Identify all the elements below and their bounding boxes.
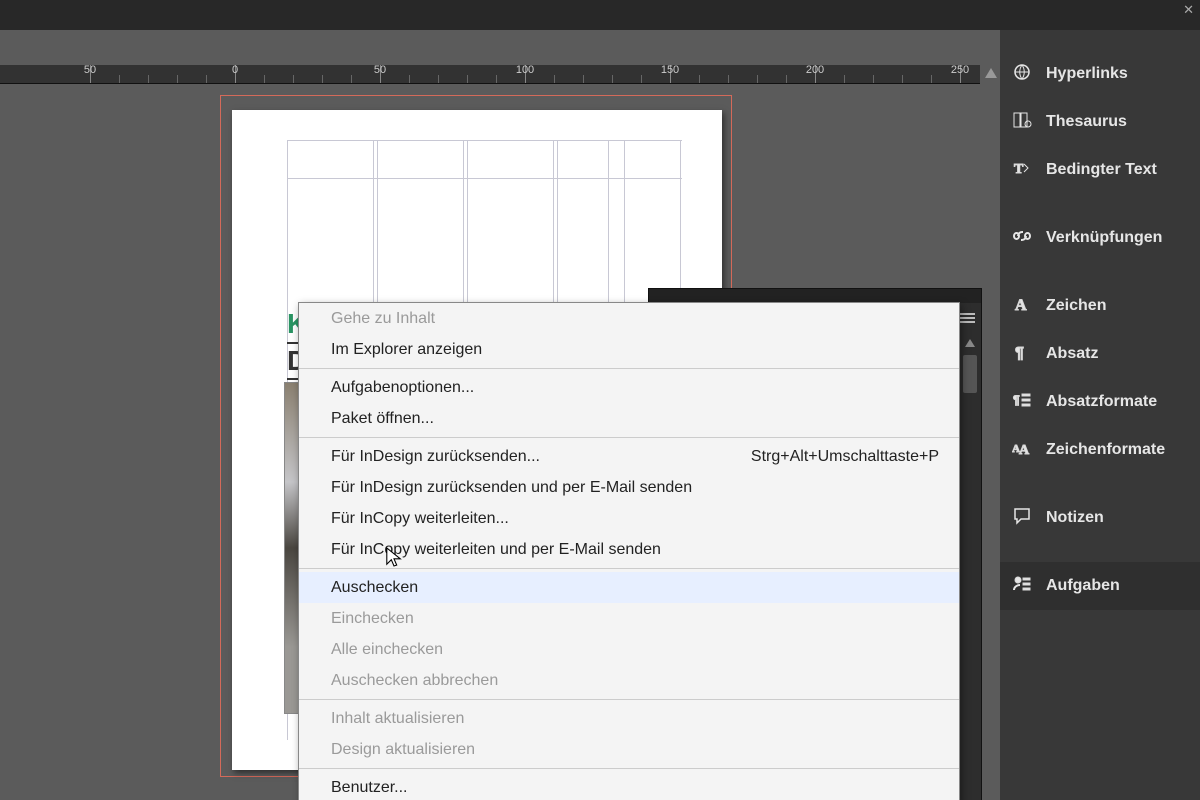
char-icon: A — [1012, 294, 1032, 319]
menu-item-label: Auschecken abbrechen — [331, 670, 498, 691]
app-menubar: ✕ — [0, 0, 1200, 30]
menu-item-label: Design aktualisieren — [331, 739, 475, 760]
thesaurus-icon — [1012, 110, 1032, 135]
panel-tab-notes[interactable]: Notizen — [1000, 494, 1200, 542]
panel-tab-label: Thesaurus — [1046, 113, 1127, 131]
svg-text:¶: ¶ — [1015, 345, 1024, 362]
panel-tab-label: Zeichenformate — [1046, 441, 1165, 459]
menu-item: Design aktualisieren — [299, 734, 959, 765]
menu-item: Alle einchecken — [299, 634, 959, 665]
menu-item[interactable]: Im Explorer anzeigen — [299, 334, 959, 365]
menu-item: Gehe zu Inhalt — [299, 303, 959, 334]
menu-separator — [299, 699, 959, 700]
menu-item-label: Aufgabenoptionen... — [331, 377, 474, 398]
notes-icon — [1012, 506, 1032, 531]
panel-tab-para[interactable]: ¶ Absatz — [1000, 330, 1200, 378]
context-menu: Gehe zu Inhalt Im Explorer anzeigen Aufgab… — [298, 302, 960, 800]
menu-item-label: Für InDesign zurücksenden... — [331, 446, 540, 467]
panel-tab-tasks[interactable]: Aufgaben — [1000, 562, 1200, 610]
panel-tab-char-styles[interactable]: AA Zeichenformate — [1000, 426, 1200, 474]
menu-item-label: Paket öffnen... — [331, 408, 434, 429]
menu-item[interactable]: Aufgabenoptionen... — [299, 372, 959, 403]
hyperlink-icon — [1012, 62, 1032, 87]
right-panel: Hyperlinks Thesaurus T Bedingter Text Verknü… — [999, 30, 1200, 800]
menu-item[interactable]: Benutzer... — [299, 772, 959, 800]
svg-text:¶: ¶ — [1013, 393, 1020, 407]
menu-item[interactable]: Für InCopy weiterleiten... — [299, 503, 959, 534]
menu-item[interactable]: Für InCopy weiterleiten und per E-Mail s… — [299, 534, 959, 565]
char-styles-icon: AA — [1012, 438, 1032, 463]
menu-separator — [299, 768, 959, 769]
svg-text:A: A — [1015, 297, 1027, 314]
menu-item: Inhalt aktualisieren — [299, 703, 959, 734]
menu-item: Auschecken abbrechen — [299, 665, 959, 696]
panel-tab-label: Absatzformate — [1046, 393, 1157, 411]
para-icon: ¶ — [1012, 342, 1032, 367]
scrollbar-thumb[interactable] — [963, 355, 977, 393]
menu-item-label: Alle einchecken — [331, 639, 443, 660]
horizontal-ruler: 50050100150200250 — [0, 65, 980, 84]
scroll-up-icon[interactable] — [965, 339, 975, 347]
panel-tab-label: Notizen — [1046, 509, 1104, 527]
panel-tab-cond-text[interactable]: T Bedingter Text — [1000, 146, 1200, 194]
menu-separator — [299, 437, 959, 438]
panel-tab-label: Hyperlinks — [1046, 65, 1128, 83]
menu-item-label: Für InDesign zurücksenden und per E-Mail… — [331, 477, 692, 498]
menu-item-shortcut: Strg+Alt+Umschalttaste+P — [751, 446, 939, 467]
panel-grip[interactable] — [649, 289, 981, 303]
panel-tab-links[interactable]: Verknüpfungen — [1000, 214, 1200, 262]
cond-text-icon: T — [1012, 158, 1032, 183]
menu-item-label: Einchecken — [331, 608, 414, 629]
menu-separator — [299, 568, 959, 569]
menu-item-label: Benutzer... — [331, 777, 408, 798]
panel-tab-label: Zeichen — [1046, 297, 1106, 315]
tasks-icon — [1012, 574, 1032, 599]
close-icon[interactable]: ✕ — [1183, 2, 1194, 18]
svg-text:T: T — [1014, 162, 1024, 177]
panel-tab-label: Aufgaben — [1046, 577, 1120, 595]
panel-tab-para-styles[interactable]: ¶ Absatzformate — [1000, 378, 1200, 426]
menu-item[interactable]: Auschecken — [299, 572, 959, 603]
panel-tab-hyperlink[interactable]: Hyperlinks — [1000, 50, 1200, 98]
menu-separator — [299, 368, 959, 369]
menu-item-label: Inhalt aktualisieren — [331, 708, 464, 729]
menu-item-label: Für InCopy weiterleiten... — [331, 508, 509, 529]
menu-item[interactable]: Für InDesign zurücksenden... Strg+Alt+Ums… — [299, 441, 959, 472]
panel-tab-thesaurus[interactable]: Thesaurus — [1000, 98, 1200, 146]
menu-item[interactable]: Für InDesign zurücksenden und per E-Mail… — [299, 472, 959, 503]
menu-item-label: Für InCopy weiterleiten und per E-Mail s… — [331, 539, 661, 560]
panel-tab-label: Bedingter Text — [1046, 161, 1157, 179]
panel-tab-label: Absatz — [1046, 345, 1098, 363]
document-canvas: 50050100150200250 K D Gehe zu InhaltIm E… — [0, 30, 1000, 800]
panel-tab-label: Verknüpfungen — [1046, 229, 1162, 247]
svg-text:A: A — [1019, 443, 1030, 458]
menu-item-label: Auschecken — [331, 577, 418, 598]
app-root: ✕ Hyperlinks Thesaurus T Bedingter Text Verk… — [0, 0, 1200, 800]
links-icon — [1012, 226, 1032, 251]
para-styles-icon: ¶ — [1012, 390, 1032, 415]
menu-item[interactable]: Paket öffnen... — [299, 403, 959, 434]
menu-item-label: Gehe zu Inhalt — [331, 308, 435, 329]
menu-item: Einchecken — [299, 603, 959, 634]
menu-item-label: Im Explorer anzeigen — [331, 339, 482, 360]
scroll-up-icon[interactable] — [985, 68, 997, 78]
panel-tab-char[interactable]: A Zeichen — [1000, 282, 1200, 330]
